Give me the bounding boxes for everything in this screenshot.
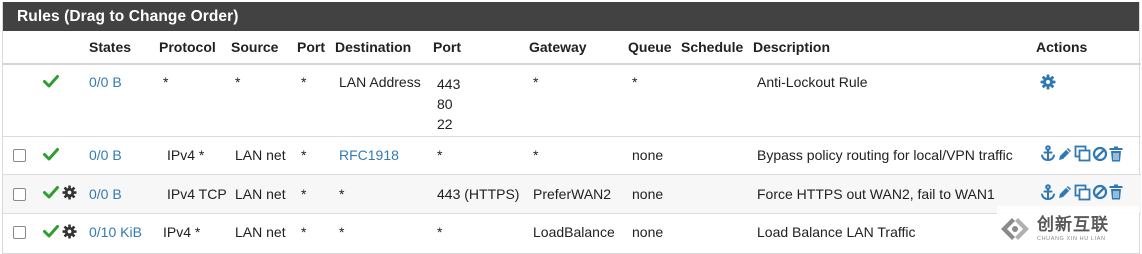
- protocol-cell: IPv4 *: [163, 224, 201, 241]
- col-actions: Actions: [1036, 39, 1088, 55]
- col-source: Source: [231, 39, 279, 55]
- row-select-cell: [3, 213, 39, 251]
- status-cell: [39, 64, 89, 136]
- actions-cell: [1036, 64, 1141, 136]
- trash-icon[interactable]: [1109, 146, 1123, 162]
- port-cell: *: [301, 224, 307, 241]
- destination-alias-link[interactable]: RFC1918: [339, 147, 399, 163]
- check-icon: [43, 225, 59, 238]
- destination-cell: *: [339, 185, 345, 202]
- port-cell: *: [301, 147, 307, 163]
- disable-icon[interactable]: [1092, 184, 1108, 200]
- gateway-cell: PreferWAN2: [533, 185, 612, 202]
- port-cell: *: [301, 74, 307, 90]
- queue-cell: none: [632, 185, 664, 202]
- row-select-cell: [3, 64, 39, 136]
- pencil-icon[interactable]: [1057, 146, 1073, 162]
- col-gateway: Gateway: [529, 39, 587, 55]
- table-header-row: States Protocol Source Port Destination …: [3, 31, 1141, 64]
- anchor-icon[interactable]: [1040, 145, 1056, 162]
- col-select: [3, 31, 39, 64]
- watermark-text: 创新互联: [1037, 215, 1109, 234]
- destination-cell: LAN Address: [339, 74, 421, 90]
- dest-port-cell: 443 80 22: [433, 64, 529, 136]
- status-cell: [39, 136, 89, 174]
- col-destination: Destination: [335, 39, 412, 55]
- row-checkbox[interactable]: [13, 187, 26, 201]
- protocol-cell: IPv4 TCP: [167, 185, 227, 202]
- queue-cell: *: [632, 74, 638, 90]
- port-cell: *: [301, 185, 307, 202]
- description-cell: Force HTTPS out WAN2, fail to WAN1: [757, 185, 995, 202]
- gear-icon[interactable]: [1040, 74, 1056, 90]
- check-icon: [43, 186, 59, 199]
- rules-table: States Protocol Source Port Destination …: [3, 31, 1141, 251]
- queue-cell: none: [632, 224, 664, 241]
- trash-icon[interactable]: [1109, 184, 1123, 200]
- dest-port-cell: *: [437, 224, 443, 241]
- col-schedule: Schedule: [681, 39, 744, 55]
- destination-cell: *: [339, 224, 345, 241]
- states-link[interactable]: 0/10 KiB: [89, 224, 142, 240]
- advanced-gear-icon: [62, 223, 77, 239]
- status-cell: [39, 174, 89, 213]
- table-row[interactable]: 0/10 KiB IPv4 * LAN net * * * LoadBalanc…: [3, 213, 1141, 251]
- col-states: States: [89, 39, 132, 55]
- row-select-cell: [3, 136, 39, 174]
- protocol-cell: *: [163, 74, 169, 90]
- row-select-cell: [3, 174, 39, 213]
- dest-port-value: 443: [437, 76, 461, 92]
- col-status: [39, 31, 89, 64]
- schedule-cell: [681, 64, 753, 136]
- description-cell: Load Balance LAN Traffic: [757, 224, 916, 241]
- table-row[interactable]: 0/0 B IPv4 * LAN net * RFC1918 * * none …: [3, 136, 1141, 174]
- actions-cell: [1036, 136, 1141, 174]
- gateway-cell: LoadBalance: [533, 224, 615, 241]
- description-cell: Bypass policy routing for local/VPN traf…: [757, 147, 1013, 163]
- panel-title: Rules (Drag to Change Order): [3, 2, 1139, 31]
- logo-mark-icon: [1001, 218, 1029, 240]
- schedule-cell: [681, 174, 753, 213]
- dest-port-cell: 443 (HTTPS): [437, 185, 520, 202]
- protocol-cell: IPv4 *: [167, 147, 205, 163]
- check-icon: [43, 147, 59, 160]
- copy-icon[interactable]: [1074, 184, 1091, 201]
- dest-port-value: 80: [437, 96, 453, 112]
- watermark-logo: 创新互联 CHUANG XIN HU LIAN: [997, 206, 1139, 252]
- gateway-cell: *: [533, 147, 539, 163]
- pencil-icon[interactable]: [1057, 184, 1073, 200]
- col-port: Port: [297, 39, 325, 55]
- states-link[interactable]: 0/0 B: [89, 147, 122, 163]
- queue-cell: none: [632, 147, 664, 163]
- gateway-cell: *: [533, 74, 539, 90]
- schedule-cell: [681, 213, 753, 251]
- source-cell: *: [235, 74, 241, 90]
- dest-port-cell: *: [437, 147, 443, 163]
- col-protocol: Protocol: [159, 39, 216, 55]
- states-link[interactable]: 0/0 B: [89, 74, 122, 90]
- copy-icon[interactable]: [1074, 145, 1091, 162]
- table-row[interactable]: 0/0 B IPv4 TCP LAN net * * 443 (HTTPS) P…: [3, 174, 1141, 213]
- table-row[interactable]: 0/0 B * * * LAN Address 443 80 22 * * An…: [3, 64, 1141, 136]
- source-cell: LAN net: [235, 185, 286, 202]
- states-link[interactable]: 0/0 B: [89, 186, 122, 202]
- row-checkbox[interactable]: [13, 226, 26, 240]
- schedule-cell: [681, 136, 753, 174]
- description-cell: Anti-Lockout Rule: [757, 74, 868, 90]
- disable-icon[interactable]: [1092, 146, 1108, 162]
- row-checkbox[interactable]: [13, 149, 26, 162]
- col-dest-port: Port: [433, 39, 461, 55]
- anchor-icon[interactable]: [1040, 183, 1056, 201]
- col-queue: Queue: [628, 39, 672, 55]
- dest-port-value: 22: [437, 116, 453, 132]
- status-cell: [39, 213, 89, 251]
- advanced-gear-icon: [62, 185, 77, 200]
- check-icon: [43, 75, 59, 88]
- watermark-subtext: CHUANG XIN HU LIAN: [1037, 236, 1106, 242]
- rules-panel: Rules (Drag to Change Order) States Prot…: [2, 2, 1141, 254]
- col-description: Description: [753, 39, 831, 55]
- source-cell: LAN net: [235, 147, 286, 163]
- source-cell: LAN net: [235, 224, 286, 241]
